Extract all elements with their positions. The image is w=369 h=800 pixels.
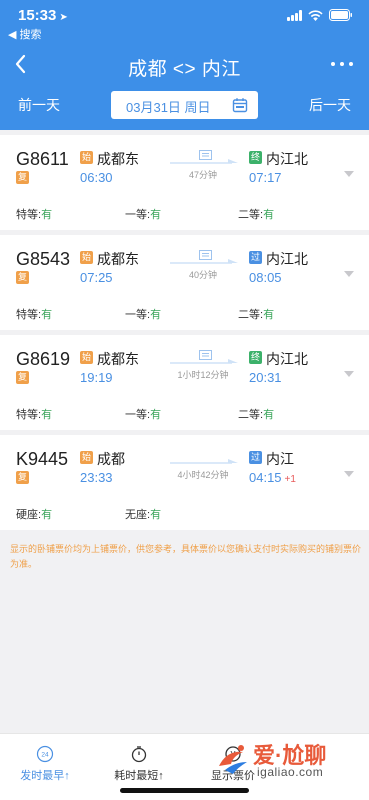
route-arrow	[170, 155, 240, 165]
price-notice: 显示的卧铺票价均为上铺票价，供您参考，具体票价以您确认支付时实际购买的铺别票价为…	[10, 544, 362, 569]
seat-availability: 二等:有	[238, 309, 275, 321]
route-arrow	[170, 455, 240, 465]
seat-availability: 一等:有	[125, 409, 162, 421]
travel-duration: 1小时12分钟	[177, 370, 229, 380]
train-number: G8619	[16, 349, 71, 369]
origin-badge: 始	[80, 351, 93, 364]
departure-station: 成都东	[97, 151, 139, 167]
arrival-station: 内江	[266, 451, 294, 467]
departure-time: 06:30	[80, 170, 113, 185]
expand-chevron-icon[interactable]	[343, 365, 355, 377]
arrival-time: 20:31	[249, 370, 282, 385]
prev-day-button[interactable]: 前一天	[18, 95, 60, 115]
status-bar: 15:33 ➤	[18, 7, 353, 25]
train-type-badge: 复	[16, 171, 29, 184]
cellular-signal-icon	[287, 9, 302, 21]
expand-chevron-icon[interactable]	[343, 165, 355, 177]
watermark-logo-icon	[219, 745, 247, 774]
date-picker[interactable]: 03月31日 周日	[111, 91, 258, 119]
destination-badge: 过	[249, 451, 262, 464]
travel-duration: 47分钟	[188, 170, 217, 180]
seat-availability: 硬座:有	[16, 509, 53, 521]
next-day-indicator: +1	[284, 474, 296, 485]
selected-date: 03月31日 周日	[126, 100, 211, 115]
destination-badge: 终	[249, 351, 262, 364]
origin-badge: 始	[80, 251, 93, 264]
back-to-search-link[interactable]: ◀ 搜索	[8, 26, 42, 42]
departure-station: 成都	[97, 451, 125, 467]
arrival-time: 04:15 +1	[249, 470, 296, 485]
arrival-time: 07:17	[249, 170, 282, 185]
seat-availability: 特等:有	[16, 209, 53, 221]
seat-availability: 无座:有	[125, 509, 162, 521]
destination-badge: 终	[249, 151, 262, 164]
status-icons	[287, 9, 353, 21]
train-type-badge: 复	[16, 371, 29, 384]
train-card-g8619[interactable]: G8619 复 始 成都东 19:19 1小时12分钟 终 内江北 20:31 …	[0, 335, 369, 430]
departure-station: 成都东	[97, 351, 139, 367]
home-indicator[interactable]	[120, 788, 249, 793]
train-type-badge: 复	[16, 471, 29, 484]
arrival-station: 内江北	[266, 151, 308, 167]
arrival-station: 内江北	[266, 351, 308, 367]
more-options-icon[interactable]	[331, 58, 353, 70]
train-card-g8611[interactable]: G8611 复 始 成都东 06:30 47分钟 终 内江北 07:17 特等:…	[0, 135, 369, 230]
departure-time: 07:25	[80, 270, 113, 285]
site-watermark: 爱·尬聊 igaliao.com	[213, 738, 359, 782]
app-header: 15:33 ➤ ◀ 搜索 成都 <> 内江 前一天 03月31日 周日 后一天	[0, 0, 369, 130]
next-day-button[interactable]: 后一天	[309, 95, 351, 115]
seat-availability: 特等:有	[16, 309, 53, 321]
expand-chevron-icon[interactable]	[343, 265, 355, 277]
seat-availability: 一等:有	[125, 209, 162, 221]
expand-chevron-icon[interactable]	[343, 465, 355, 477]
sort-by-departure-tab[interactable]: 24 发时最早↑	[10, 734, 80, 800]
seat-availability: 特等:有	[16, 409, 53, 421]
location-arrow-icon: ➤	[59, 12, 68, 23]
train-number: K9445	[16, 449, 69, 469]
page-title: 成都 <> 内江	[128, 59, 241, 80]
stopwatch-icon	[130, 745, 148, 763]
departure-station: 成都东	[97, 251, 139, 267]
train-card-g8543[interactable]: G8543 复 始 成都东 07:25 40分钟 过 内江北 08:05 特等:…	[0, 235, 369, 330]
wifi-icon	[308, 9, 323, 21]
calendar-icon	[232, 97, 248, 113]
battery-icon	[329, 9, 353, 21]
seat-availability: 二等:有	[238, 209, 275, 221]
seat-availability: 一等:有	[125, 309, 162, 321]
train-card-k9445[interactable]: K9445 复 始 成都 23:33 4小时42分钟 过 内江 04:15 +1 …	[0, 435, 369, 530]
origin-badge: 始	[80, 451, 93, 464]
departure-time: 19:19	[80, 370, 113, 385]
arrival-time: 08:05	[249, 270, 282, 285]
travel-duration: 40分钟	[188, 270, 217, 280]
destination-badge: 过	[249, 251, 262, 264]
departure-time: 23:33	[80, 470, 113, 485]
route-arrow	[170, 355, 240, 365]
train-type-badge: 复	[16, 271, 29, 284]
clock-24-icon: 24	[36, 745, 54, 763]
travel-duration: 4小时42分钟	[177, 470, 229, 480]
origin-badge: 始	[80, 151, 93, 164]
route-arrow	[170, 255, 240, 265]
arrival-station: 内江北	[266, 251, 308, 267]
train-number: G8611	[16, 149, 69, 169]
train-number: G8543	[16, 249, 71, 269]
svg-text:24: 24	[41, 752, 49, 759]
seat-availability: 二等:有	[238, 409, 275, 421]
status-time: 15:33 ➤	[18, 7, 68, 24]
